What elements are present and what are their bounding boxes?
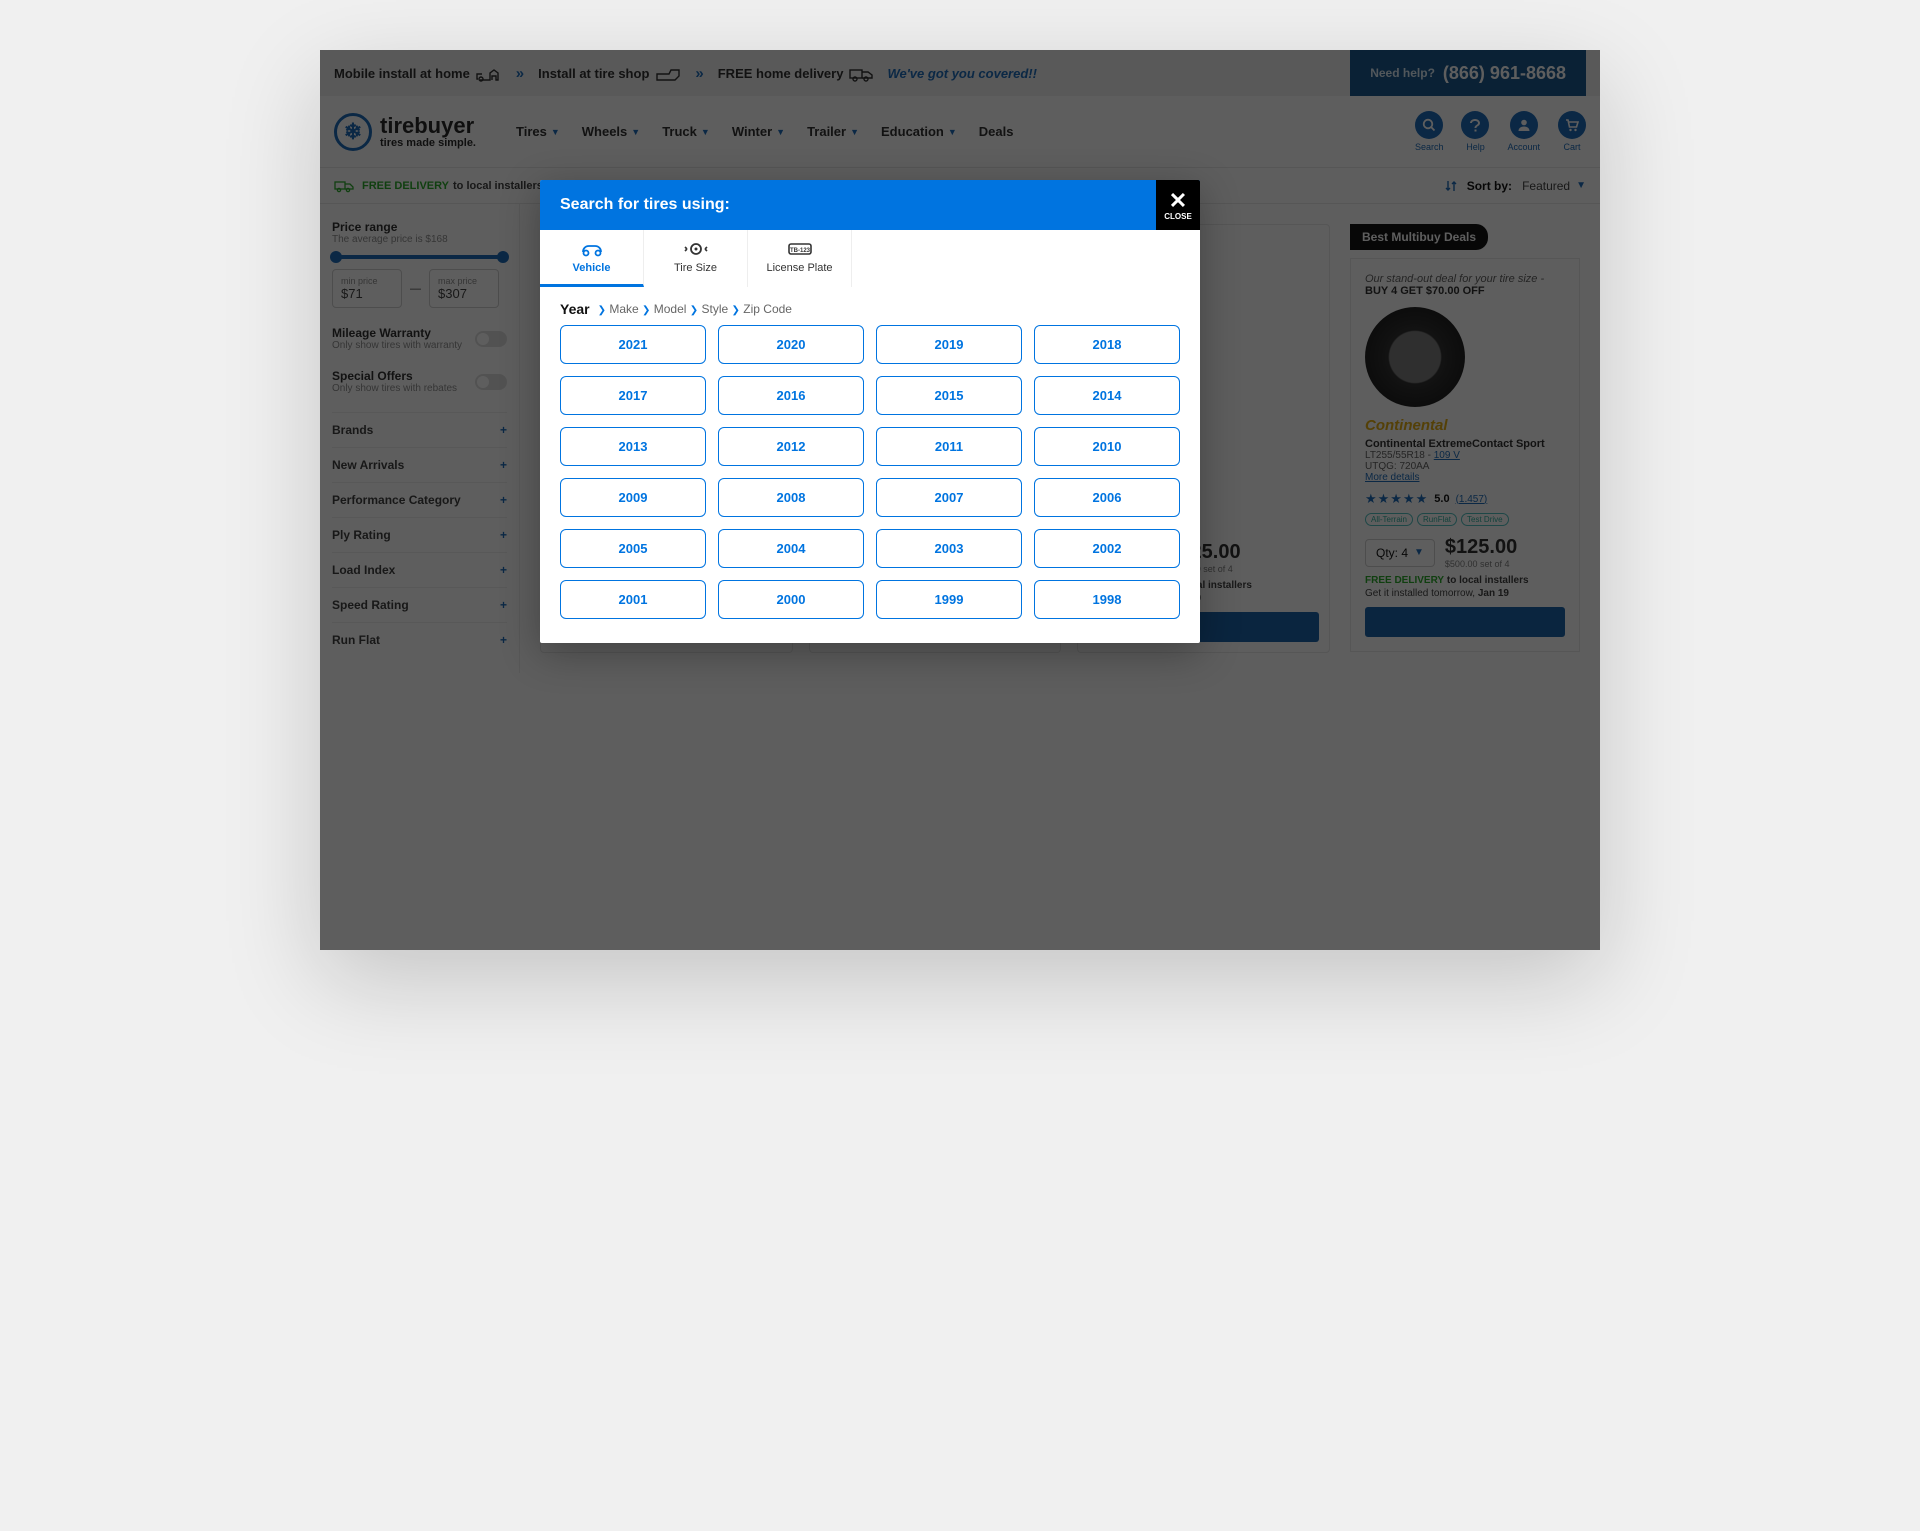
svg-text:TB-123: TB-123 xyxy=(789,248,810,254)
close-label: CLOSE xyxy=(1164,212,1192,221)
chevron-right-icon: ❯ xyxy=(642,305,650,316)
year-option-2013[interactable]: 2013 xyxy=(560,427,706,466)
breadcrumb-step[interactable]: Model xyxy=(654,302,687,316)
modal-header: Search for tires using: ✕ CLOSE xyxy=(540,180,1200,230)
year-option-2020[interactable]: 2020 xyxy=(718,325,864,364)
year-option-2005[interactable]: 2005 xyxy=(560,529,706,568)
tiresize-icon xyxy=(682,240,710,258)
year-option-2019[interactable]: 2019 xyxy=(876,325,1022,364)
year-option-2014[interactable]: 2014 xyxy=(1034,376,1180,415)
breadcrumb-step[interactable]: Make xyxy=(609,302,638,316)
year-option-2011[interactable]: 2011 xyxy=(876,427,1022,466)
year-option-2003[interactable]: 2003 xyxy=(876,529,1022,568)
chevron-right-icon: ❯ xyxy=(598,305,606,316)
year-option-2018[interactable]: 2018 xyxy=(1034,325,1180,364)
year-option-2010[interactable]: 2010 xyxy=(1034,427,1180,466)
year-option-2021[interactable]: 2021 xyxy=(560,325,706,364)
tab-tiresize[interactable]: Tire Size xyxy=(644,230,748,287)
year-option-2012[interactable]: 2012 xyxy=(718,427,864,466)
year-option-2017[interactable]: 2017 xyxy=(560,376,706,415)
search-modal: Search for tires using: ✕ CLOSE VehicleT… xyxy=(540,180,1200,643)
modal-tabs: VehicleTire SizeTB-123License Plate xyxy=(540,230,1200,287)
breadcrumb-current: Year xyxy=(560,301,590,317)
year-option-2004[interactable]: 2004 xyxy=(718,529,864,568)
year-option-2002[interactable]: 2002 xyxy=(1034,529,1180,568)
year-option-1999[interactable]: 1999 xyxy=(876,580,1022,619)
year-option-1998[interactable]: 1998 xyxy=(1034,580,1180,619)
modal-breadcrumb: Year ❯ Make ❯ Model ❯ Style ❯ Zip Code xyxy=(540,287,1200,325)
year-option-2001[interactable]: 2001 xyxy=(560,580,706,619)
year-option-2007[interactable]: 2007 xyxy=(876,478,1022,517)
year-option-2009[interactable]: 2009 xyxy=(560,478,706,517)
close-icon: ✕ xyxy=(1169,190,1187,212)
breadcrumb-step[interactable]: Zip Code xyxy=(743,302,792,316)
breadcrumb-step[interactable]: Style xyxy=(702,302,729,316)
close-button[interactable]: ✕ CLOSE xyxy=(1156,180,1200,230)
tab-vehicle[interactable]: Vehicle xyxy=(540,230,644,287)
plate-icon: TB-123 xyxy=(785,240,815,258)
year-option-2008[interactable]: 2008 xyxy=(718,478,864,517)
app-frame: Mobile install at home » Install at tire… xyxy=(320,50,1600,950)
chevron-right-icon: ❯ xyxy=(690,305,698,316)
modal-title: Search for tires using: xyxy=(560,196,730,214)
year-option-2000[interactable]: 2000 xyxy=(718,580,864,619)
tab-plate[interactable]: TB-123License Plate xyxy=(748,230,852,287)
vehicle-icon xyxy=(578,240,606,258)
year-option-2006[interactable]: 2006 xyxy=(1034,478,1180,517)
chevron-right-icon: ❯ xyxy=(732,305,740,316)
year-option-2015[interactable]: 2015 xyxy=(876,376,1022,415)
year-option-2016[interactable]: 2016 xyxy=(718,376,864,415)
year-grid: 2021 2020 2019 2018 2017 2016 2015 2014 2013 2012… xyxy=(540,325,1200,643)
